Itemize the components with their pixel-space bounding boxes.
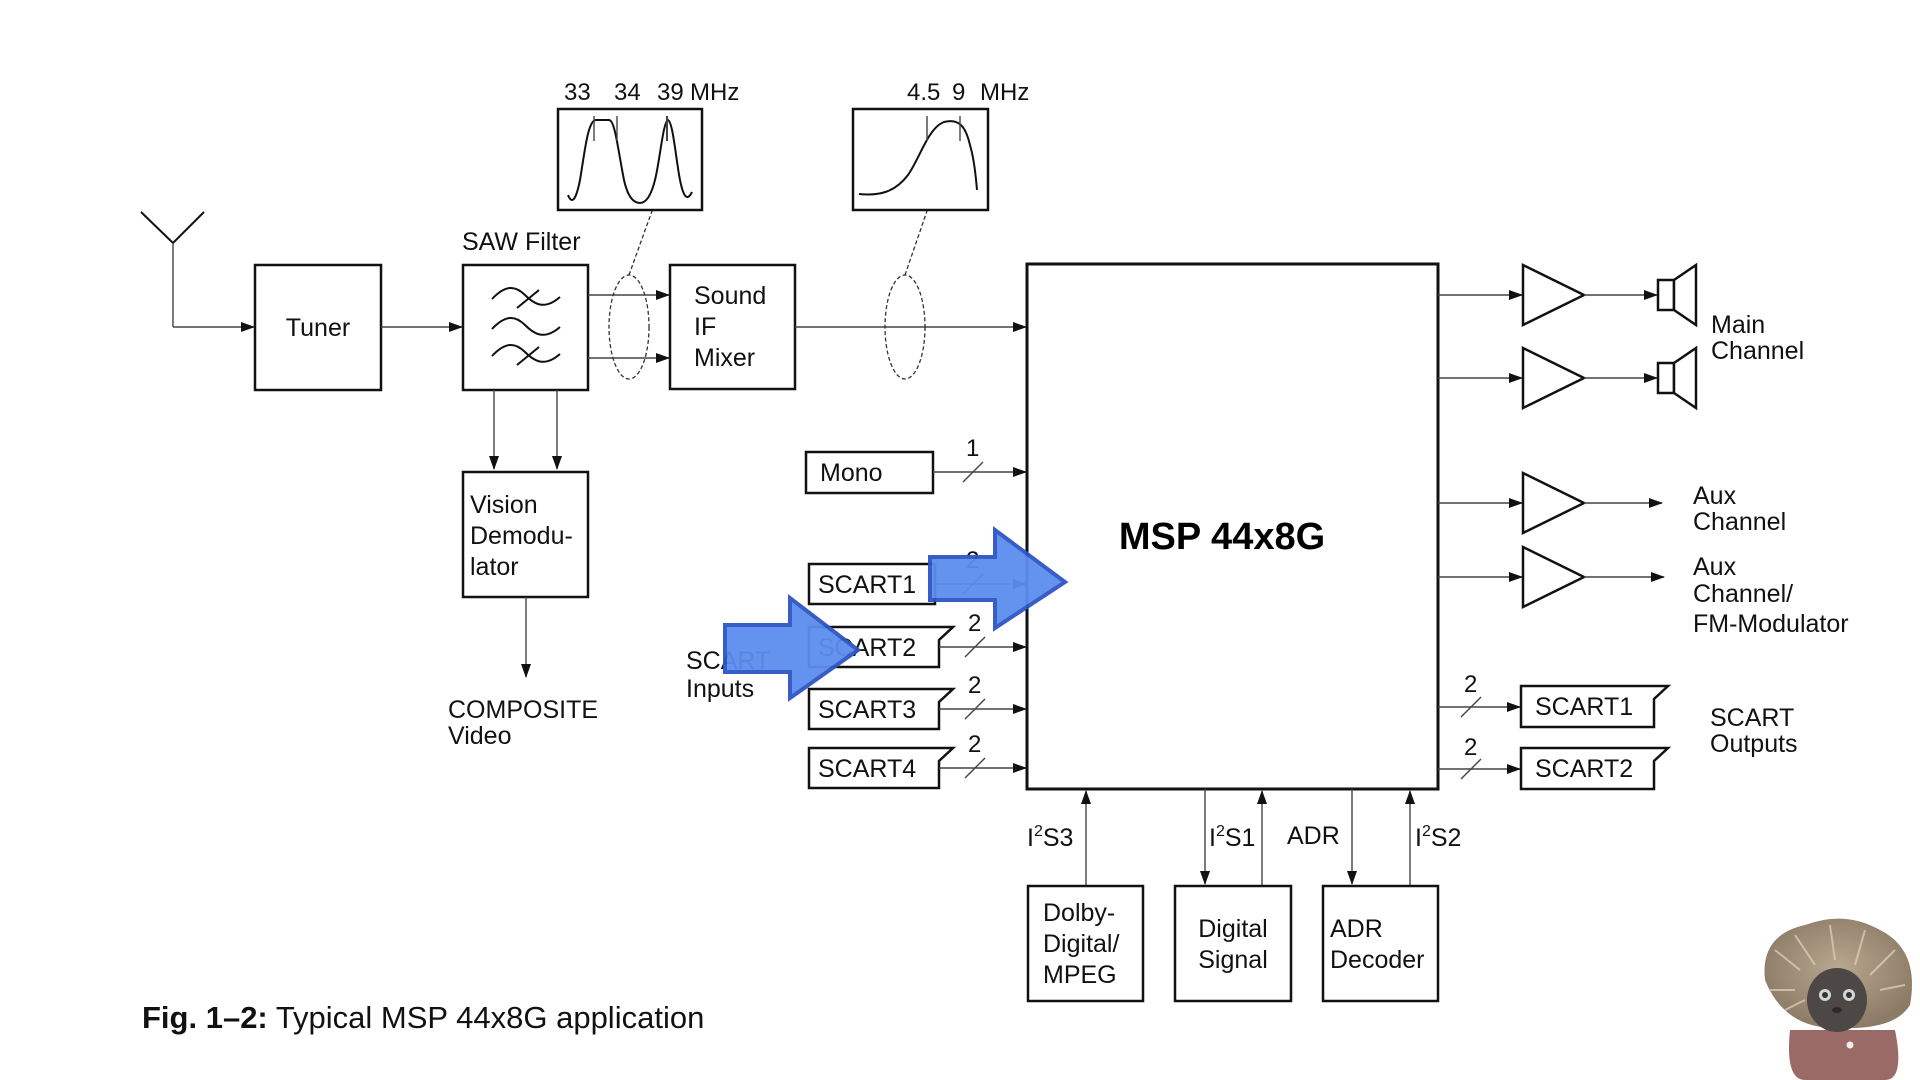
tuner-block: Tuner — [253, 263, 383, 392]
saw-filter-label: SAW Filter — [462, 228, 581, 256]
scart-input-4: SCART4 2 — [807, 731, 1027, 790]
aux-fm-label-3: FM-Modulator — [1693, 610, 1849, 638]
main-channel-label-1: Main — [1711, 311, 1765, 339]
saw-plot-label-33: 33 — [564, 79, 591, 106]
scart-outputs-label-1: SCART — [1710, 704, 1794, 732]
sound-plot-label-45: 4.5 — [907, 79, 940, 106]
saw-plot-label-unit: MHz — [690, 79, 739, 106]
scart-output-1-label: SCART1 — [1535, 693, 1633, 721]
aux-fm-label-1: Aux — [1693, 553, 1737, 581]
figure-caption-number: Fig. 1–2: — [142, 1000, 268, 1035]
vision-label-line-3: lator — [470, 553, 519, 581]
sound-response-plot: 4.5 9 MHz — [851, 79, 1029, 212]
mono-label: Mono — [820, 459, 883, 487]
saw-plot-label-39: 39 — [657, 79, 684, 106]
mixer-label-line-2: IF — [694, 313, 716, 341]
aux-channel-label-1: Aux — [1693, 482, 1737, 510]
digital-signal-label-1: Digital — [1198, 915, 1267, 943]
scart-output-1-bus: 2 — [1464, 671, 1477, 698]
vision-demodulator-block: Vision Demodu- lator — [461, 470, 590, 599]
scart-output-2: 2 SCART2 — [1438, 734, 1672, 791]
antenna-icon — [140, 211, 255, 332]
vision-label-line-2: Demodu- — [470, 522, 573, 550]
scart-input-2-bus: 2 — [968, 610, 981, 637]
tuner-label: Tuner — [286, 314, 350, 342]
saw-filter-block — [461, 263, 590, 392]
main-channel-label-2: Channel — [1711, 337, 1804, 365]
mascot-doll-image — [1764, 918, 1912, 1080]
figure-caption: Fig. 1–2: Typical MSP 44x8G application — [142, 1000, 704, 1035]
i2s1-label: I2S1 — [1209, 823, 1255, 852]
speaker-icon — [1656, 345, 1698, 411]
vision-label-line-1: Vision — [470, 491, 538, 519]
adr-decoder-label-1: ADR — [1330, 915, 1383, 943]
saw-plot-label-34: 34 — [614, 79, 641, 106]
composite-video-label-2: Video — [448, 722, 512, 750]
composite-video-label-1: COMPOSITE — [448, 696, 598, 724]
dolby-label-1: Dolby- — [1043, 899, 1115, 927]
adr-label: ADR — [1287, 822, 1340, 850]
scart-input-1-label: SCART1 — [818, 571, 916, 599]
dolby-mpeg-block: Dolby- Digital/ MPEG — [1026, 884, 1145, 1003]
scart-input-3: SCART3 2 — [807, 672, 1027, 731]
speaker-icon — [1656, 262, 1698, 328]
saw-response-plot: 33 34 39 MHz — [556, 79, 739, 212]
amplifier-icon — [1521, 345, 1587, 411]
digital-signal-label-2: Signal — [1198, 946, 1268, 974]
digital-signal-block: Digital Signal — [1173, 884, 1293, 1003]
scart-output-2-label: SCART2 — [1535, 755, 1633, 783]
scart-output-1: 2 SCART1 — [1438, 671, 1672, 729]
mixer-label-line-1: Sound — [694, 282, 766, 310]
scart-inputs-label-2: Inputs — [686, 675, 754, 703]
scart-output-2-bus: 2 — [1464, 734, 1477, 761]
saw-filter-callout-line — [628, 210, 653, 276]
sound-plot-label-9: 9 — [952, 79, 965, 106]
dolby-label-3: MPEG — [1043, 961, 1117, 989]
amplifier-icon — [1521, 470, 1587, 536]
saw-filter-callout-ellipse — [608, 274, 650, 380]
i2s2-label: I2S2 — [1415, 823, 1461, 852]
scart-outputs-label-2: Outputs — [1710, 730, 1798, 758]
block-diagram: Tuner SAW Filter 33 34 39 MHz Sound IF M… — [140, 79, 1849, 1035]
aux-fm-channel — [1438, 544, 1665, 610]
sound-plot-label-unit: MHz — [980, 79, 1029, 106]
main-channel-2 — [1438, 345, 1698, 411]
scart-input-4-label: SCART4 — [818, 755, 916, 783]
figure-caption-text: Typical MSP 44x8G application — [268, 1000, 705, 1035]
adr-decoder-block: ADR Decoder — [1321, 884, 1440, 1003]
adr-decoder-label-2: Decoder — [1330, 946, 1425, 974]
scart-input-3-label: SCART3 — [818, 696, 916, 724]
amplifier-icon — [1521, 262, 1587, 328]
i2s3-label: I2S3 — [1027, 823, 1073, 852]
mono-input: Mono 1 — [804, 435, 1027, 495]
mixer-label-line-3: Mixer — [694, 344, 755, 372]
dolby-label-2: Digital/ — [1043, 930, 1119, 958]
scart-input-4-bus: 2 — [968, 731, 981, 758]
aux-fm-label-2: Channel/ — [1693, 580, 1793, 608]
aux-channel — [1438, 470, 1663, 536]
amplifier-icon — [1521, 544, 1587, 610]
msp-chip-block: MSP 44x8G — [1025, 262, 1440, 791]
sound-callout-line — [904, 210, 928, 276]
msp-chip-label: MSP 44x8G — [1119, 516, 1325, 558]
aux-channel-label-2: Channel — [1693, 508, 1786, 536]
mono-bus-width: 1 — [966, 435, 979, 462]
sound-if-mixer-block: Sound IF Mixer — [668, 263, 797, 391]
scart-input-3-bus: 2 — [968, 672, 981, 699]
main-channel-1 — [1438, 262, 1698, 328]
